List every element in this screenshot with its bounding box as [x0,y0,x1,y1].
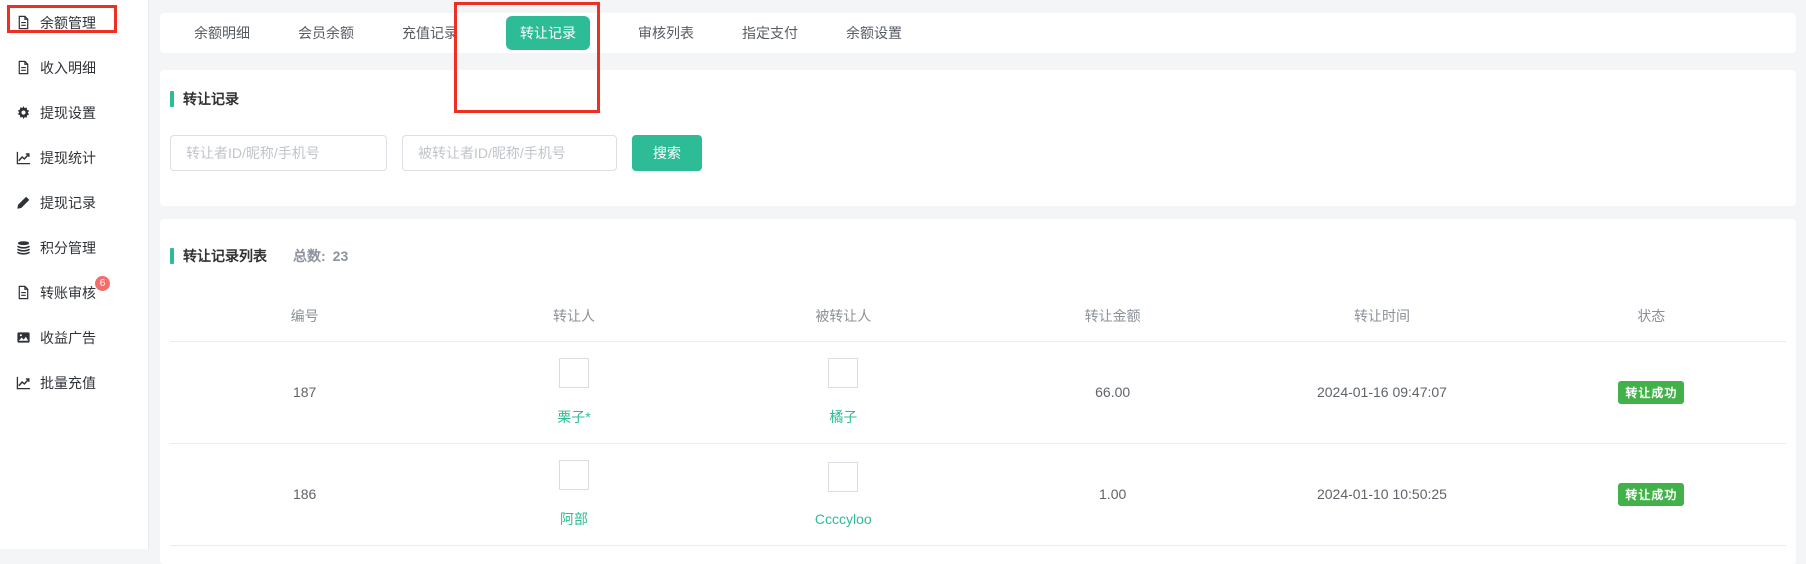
transferee-cell: 橘子 [709,358,978,427]
sidebar-item-label: 提现设置 [40,103,96,123]
document-icon [16,15,31,30]
transferor-cell: 栗子* [439,358,708,427]
transferor-avatar[interactable] [559,460,589,490]
total-count: 总数: 23 [293,246,348,266]
sidebar-item-balance-management[interactable]: 余额管理 [0,0,148,45]
tab-recharge-records[interactable]: 充值记录 [402,23,458,43]
transferee-avatar[interactable] [828,358,858,388]
tab-bar: 余额明细 会员余额 充值记录 转让记录 审核列表 指定支付 余额设置 [160,13,1796,53]
list-section-header: 转让记录列表 总数: 23 [160,219,1796,266]
section-accent-bar [170,91,174,107]
table-header-row: 编号 转让人 被转让人 转让金额 转让时间 状态 [170,291,1786,341]
table-row: 186 阿部 Ccccyloo 1.00 2024- [170,443,1786,545]
filter-section-title: 转让记录 [183,89,239,109]
sidebar-item-income-detail[interactable]: 收入明细 [0,45,148,90]
document-icon [16,60,31,75]
search-button[interactable]: 搜索 [632,135,702,171]
column-header-id: 编号 [170,291,439,341]
filter-section-header: 转让记录 [160,70,1796,109]
transferee-cell: Ccccyloo [709,462,978,527]
transfer-amount: 66.00 [978,341,1247,443]
transferee-name-link[interactable]: 橘子 [829,407,857,427]
sidebar-item-label: 批量充值 [40,373,96,393]
record-id: 186 [170,443,439,545]
gear-icon [16,105,31,120]
column-header-transferee: 被转让人 [709,291,978,341]
transferor-name-link[interactable]: 栗子* [557,407,590,427]
sidebar-item-withdrawal-statistics[interactable]: 提现统计 [0,135,148,180]
tab-balance-detail[interactable]: 余额明细 [194,23,250,43]
transferor-search-input[interactable] [170,135,387,171]
tabs: 余额明细 会员余额 充值记录 转让记录 审核列表 指定支付 余额设置 [160,13,1796,53]
table-header: 编号 转让人 被转让人 转让金额 转让时间 状态 [170,291,1786,341]
transfer-time: 2024-01-10 10:50:25 [1247,443,1516,545]
sidebar: 余额管理 收入明细 提现设置 提现统计 提现记录 积分管理 转账 [0,0,149,549]
sidebar-item-withdrawal-records[interactable]: 提现记录 [0,180,148,225]
section-accent-bar [170,248,174,264]
sidebar-item-revenue-ads[interactable]: 收益广告 [0,315,148,360]
sidebar-item-label: 积分管理 [40,238,96,258]
sidebar-item-label: 收益广告 [40,328,96,348]
transferor-avatar[interactable] [559,358,589,388]
image-icon [16,330,31,345]
transferee-avatar[interactable] [828,462,858,492]
document-icon [16,285,31,300]
sidebar-item-batch-recharge[interactable]: 批量充值 [0,360,148,405]
transferor-cell: 阿部 [439,460,708,529]
sidebar-item-label: 收入明细 [40,58,96,78]
column-header-amount: 转让金额 [978,291,1247,341]
sidebar-item-label: 余额管理 [40,13,96,33]
column-header-status: 状态 [1517,291,1786,341]
filter-panel: 转让记录 搜索 [160,70,1796,206]
notification-badge: 6 [95,276,110,291]
total-count-value: 23 [333,248,349,264]
transferor-name-link[interactable]: 阿部 [560,509,588,529]
line-chart-icon [16,150,31,165]
sidebar-item-points-management[interactable]: 积分管理 [0,225,148,270]
transferee-name-link[interactable]: Ccccyloo [815,511,872,527]
status-badge: 转让成功 [1618,483,1684,506]
transfer-records-panel: 转让记录列表 总数: 23 编号 转让人 被转让人 转让金额 转让时间 状态 18… [160,219,1796,564]
tab-balance-settings[interactable]: 余额设置 [846,23,902,43]
status-badge: 转让成功 [1618,381,1684,404]
tab-designated-payment[interactable]: 指定支付 [742,23,798,43]
transfer-amount: 1.00 [978,443,1247,545]
sidebar-item-withdrawal-settings[interactable]: 提现设置 [0,90,148,135]
sidebar-item-label: 提现记录 [40,193,96,213]
transfer-records-table: 编号 转让人 被转让人 转让金额 转让时间 状态 187 栗子* [170,291,1786,546]
tab-member-balance[interactable]: 会员余额 [298,23,354,43]
column-header-transferor: 转让人 [439,291,708,341]
main-content: 余额明细 会员余额 充值记录 转让记录 审核列表 指定支付 余额设置 转让记录 … [149,0,1806,549]
line-chart-icon [16,375,31,390]
transfer-time: 2024-01-16 09:47:07 [1247,341,1516,443]
tab-transfer-records[interactable]: 转让记录 [506,16,590,50]
table-row: 187 栗子* 橘子 66.00 2024-01-1 [170,341,1786,443]
pencil-icon [16,195,31,210]
transferee-search-input[interactable] [402,135,617,171]
sidebar-item-label: 提现统计 [40,148,96,168]
sidebar-item-transfer-review[interactable]: 转账审核 6 [0,270,148,315]
column-header-time: 转让时间 [1247,291,1516,341]
sidebar-item-label: 转账审核 [40,283,96,303]
record-id: 187 [170,341,439,443]
list-section-title: 转让记录列表 [183,246,267,266]
database-icon [16,240,31,255]
tab-review-list[interactable]: 审核列表 [638,23,694,43]
total-count-label: 总数: [293,248,326,264]
